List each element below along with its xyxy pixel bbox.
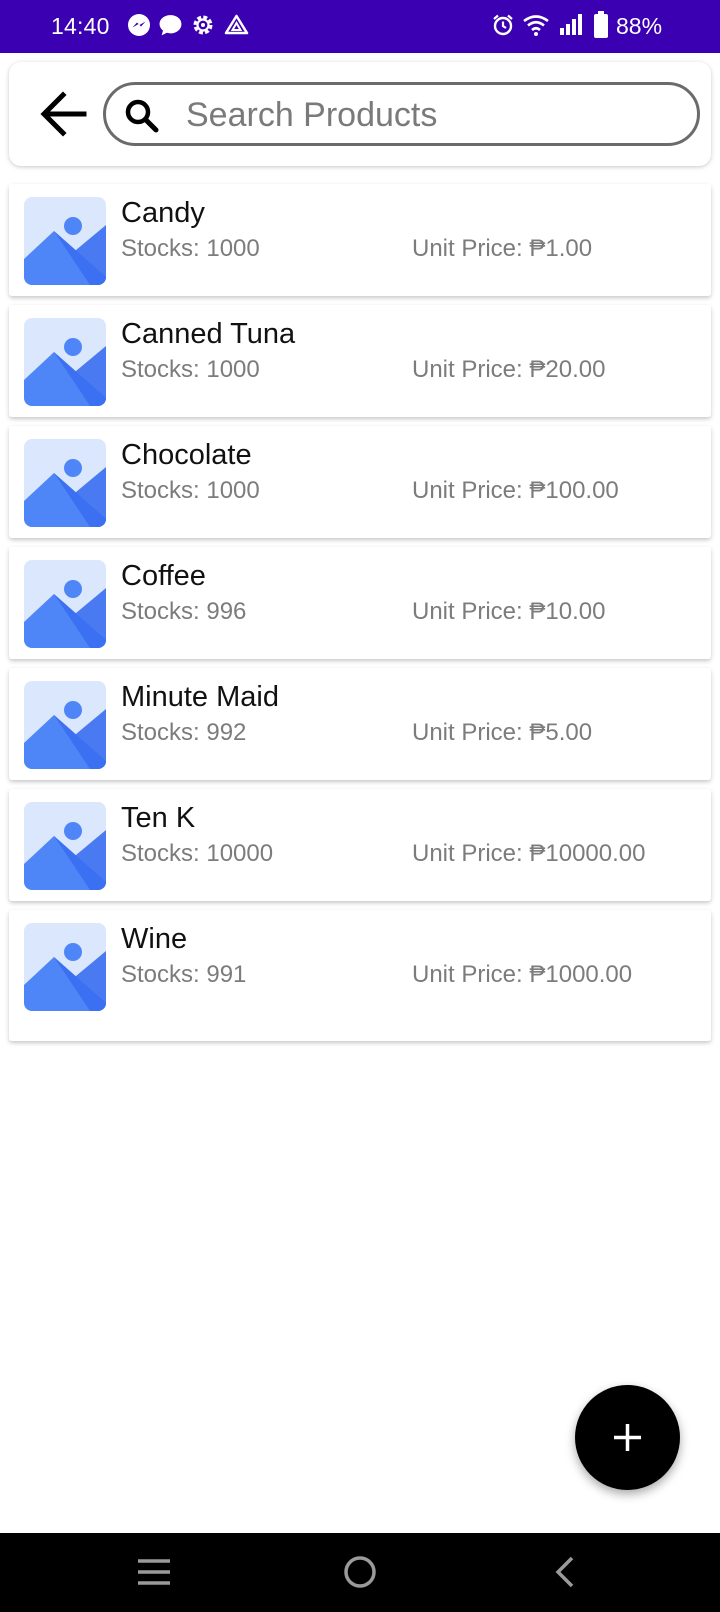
chat-bubble-icon bbox=[158, 13, 183, 43]
nav-back-button[interactable] bbox=[538, 1547, 594, 1597]
product-name: Candy bbox=[121, 197, 205, 229]
arrow-left-icon bbox=[36, 91, 96, 148]
menu-icon bbox=[126, 1559, 182, 1601]
product-stock: Stocks: 992 bbox=[121, 719, 247, 746]
product-stock: Stocks: 1000 bbox=[121, 235, 260, 262]
system-nav-bar bbox=[0, 1533, 720, 1612]
add-product-button[interactable] bbox=[575, 1385, 680, 1490]
status-time: 14:40 bbox=[51, 13, 110, 39]
settings-gear-icon bbox=[191, 13, 215, 42]
product-image-placeholder-icon bbox=[24, 560, 106, 648]
alarm-icon bbox=[491, 13, 515, 42]
battery-icon bbox=[593, 11, 609, 44]
product-name: Canned Tuna bbox=[121, 318, 296, 350]
search-input[interactable] bbox=[186, 93, 676, 137]
product-stock: Stocks: 10000 bbox=[121, 840, 274, 867]
product-name: Wine bbox=[121, 923, 188, 955]
messenger-icon bbox=[127, 13, 151, 42]
product-item[interactable]: Ten K Stocks: 10000 Unit Price: ₱10000.0… bbox=[9, 789, 711, 901]
product-image-placeholder-icon bbox=[24, 439, 106, 527]
product-image-placeholder-icon bbox=[24, 923, 106, 1011]
product-image-placeholder-icon bbox=[24, 318, 106, 406]
product-price: Unit Price: ₱5.00 bbox=[412, 719, 593, 746]
battery-percent: 88% bbox=[616, 13, 663, 39]
product-price: Unit Price: ₱20.00 bbox=[412, 356, 606, 383]
back-chevron-icon bbox=[538, 1556, 594, 1601]
product-item[interactable]: Canned Tuna Stocks: 1000 Unit Price: ₱20… bbox=[9, 305, 711, 417]
product-item[interactable]: Coffee Stocks: 996 Unit Price: ₱10.00 bbox=[9, 547, 711, 659]
product-price: Unit Price: ₱10000.00 bbox=[412, 840, 646, 867]
recents-button[interactable] bbox=[126, 1547, 182, 1597]
product-name: Minute Maid bbox=[121, 681, 279, 713]
search-bar[interactable] bbox=[103, 82, 700, 146]
home-circle-icon bbox=[332, 1556, 388, 1601]
product-stock: Stocks: 991 bbox=[121, 961, 247, 988]
product-item[interactable]: Wine Stocks: 991 Unit Price: ₱1000.00 bbox=[9, 910, 711, 1041]
product-image-placeholder-icon bbox=[24, 802, 106, 890]
product-stock: Stocks: 996 bbox=[121, 598, 247, 625]
back-button[interactable] bbox=[36, 84, 96, 144]
home-button[interactable] bbox=[332, 1547, 388, 1597]
product-name: Coffee bbox=[121, 560, 206, 592]
product-image-placeholder-icon bbox=[24, 197, 106, 285]
product-price: Unit Price: ₱1.00 bbox=[412, 235, 593, 262]
product-item[interactable]: Minute Maid Stocks: 992 Unit Price: ₱5.0… bbox=[9, 668, 711, 780]
product-name: Ten K bbox=[121, 802, 196, 834]
status-bar: 14:40 88% bbox=[0, 0, 720, 53]
search-header bbox=[9, 62, 711, 166]
product-price: Unit Price: ₱100.00 bbox=[412, 477, 619, 504]
signal-icon bbox=[558, 13, 584, 42]
product-stock: Stocks: 1000 bbox=[121, 477, 260, 504]
wifi-icon bbox=[522, 13, 550, 42]
drive-icon bbox=[224, 13, 249, 42]
product-item[interactable]: Chocolate Stocks: 1000 Unit Price: ₱100.… bbox=[9, 426, 711, 538]
product-price: Unit Price: ₱10.00 bbox=[412, 598, 606, 625]
search-icon bbox=[124, 98, 160, 134]
product-price: Unit Price: ₱1000.00 bbox=[412, 961, 633, 988]
product-stock: Stocks: 1000 bbox=[121, 356, 260, 383]
product-item[interactable]: Candy Stocks: 1000 Unit Price: ₱1.00 bbox=[9, 184, 711, 296]
product-image-placeholder-icon bbox=[24, 681, 106, 769]
product-name: Chocolate bbox=[121, 439, 252, 471]
